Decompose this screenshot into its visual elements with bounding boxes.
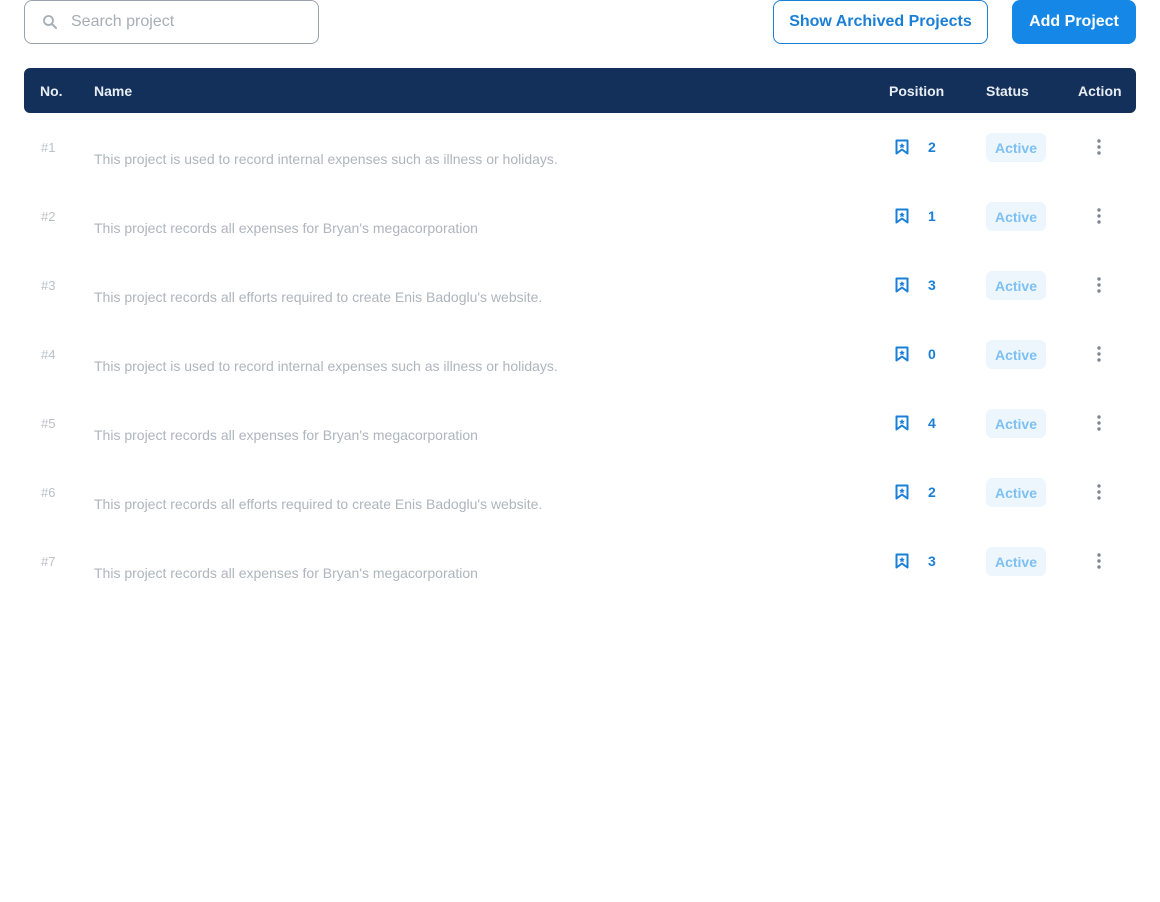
project-number: #7 <box>41 554 56 569</box>
table-row[interactable]: #3 This project records all efforts requ… <box>24 251 1136 320</box>
more-actions-icon[interactable] <box>1090 137 1108 157</box>
more-actions-icon[interactable] <box>1090 413 1108 433</box>
project-name: This project is used to record internal … <box>94 151 558 167</box>
project-name: This project records all efforts require… <box>94 496 543 512</box>
bookmark-icon[interactable] <box>894 414 910 432</box>
status-badge: Active <box>986 271 1046 300</box>
column-header-status: Status <box>986 83 1029 99</box>
search-box[interactable] <box>24 0 319 44</box>
project-position: 2 <box>894 483 936 501</box>
column-header-action: Action <box>1078 83 1122 99</box>
table-row[interactable]: #4 This project is used to record intern… <box>24 320 1136 389</box>
more-actions-icon[interactable] <box>1090 551 1108 571</box>
column-header-position: Position <box>889 83 945 99</box>
status-badge: Active <box>986 547 1046 576</box>
add-project-button[interactable]: Add Project <box>1012 0 1136 44</box>
table-row[interactable]: #7 This project records all expenses for… <box>24 527 1136 596</box>
project-number: #3 <box>41 278 56 293</box>
project-name: This project records all expenses for Br… <box>94 565 478 581</box>
table-body: #1 This project is used to record intern… <box>24 113 1136 596</box>
project-position: 3 <box>894 552 936 570</box>
position-value: 2 <box>928 139 936 155</box>
search-input[interactable] <box>71 2 301 42</box>
project-name: This project is used to record internal … <box>94 358 558 374</box>
bookmark-icon[interactable] <box>894 552 910 570</box>
status-badge: Active <box>986 478 1046 507</box>
project-number: #4 <box>41 347 56 362</box>
more-actions-icon[interactable] <box>1090 206 1108 226</box>
table-row[interactable]: #2 This project records all expenses for… <box>24 182 1136 251</box>
project-name: This project records all expenses for Br… <box>94 427 478 443</box>
position-value: 0 <box>928 346 936 362</box>
toolbar: Show Archived Projects Add Project <box>24 0 1136 44</box>
project-name: This project records all efforts require… <box>94 289 543 305</box>
search-icon <box>39 11 61 33</box>
table-row[interactable]: #6 This project records all efforts requ… <box>24 458 1136 527</box>
project-name: This project records all expenses for Br… <box>94 220 478 236</box>
position-value: 3 <box>928 553 936 569</box>
more-actions-icon[interactable] <box>1090 344 1108 364</box>
project-position: 0 <box>894 345 936 363</box>
more-actions-icon[interactable] <box>1090 482 1108 502</box>
table-header: No. Name Position Status Action <box>24 68 1136 113</box>
column-header-no: No. <box>40 83 63 99</box>
project-position: 1 <box>894 207 936 225</box>
bookmark-icon[interactable] <box>894 138 910 156</box>
status-badge: Active <box>986 202 1046 231</box>
project-position: 2 <box>894 138 936 156</box>
bookmark-icon[interactable] <box>894 483 910 501</box>
project-position: 3 <box>894 276 936 294</box>
project-number: #1 <box>41 140 56 155</box>
more-actions-icon[interactable] <box>1090 275 1108 295</box>
bookmark-icon[interactable] <box>894 207 910 225</box>
status-badge: Active <box>986 409 1046 438</box>
position-value: 3 <box>928 277 936 293</box>
position-value: 2 <box>928 484 936 500</box>
position-value: 4 <box>928 415 936 431</box>
position-value: 1 <box>928 208 936 224</box>
bookmark-icon[interactable] <box>894 276 910 294</box>
project-number: #5 <box>41 416 56 431</box>
table-row[interactable]: #1 This project is used to record intern… <box>24 113 1136 182</box>
projects-table: No. Name Position Status Action #1 This … <box>24 68 1136 596</box>
project-position: 4 <box>894 414 936 432</box>
show-archived-projects-button[interactable]: Show Archived Projects <box>773 0 988 44</box>
table-row[interactable]: #5 This project records all expenses for… <box>24 389 1136 458</box>
project-number: #6 <box>41 485 56 500</box>
column-header-name: Name <box>94 83 133 99</box>
bookmark-icon[interactable] <box>894 345 910 363</box>
status-badge: Active <box>986 340 1046 369</box>
project-number: #2 <box>41 209 56 224</box>
status-badge: Active <box>986 133 1046 162</box>
